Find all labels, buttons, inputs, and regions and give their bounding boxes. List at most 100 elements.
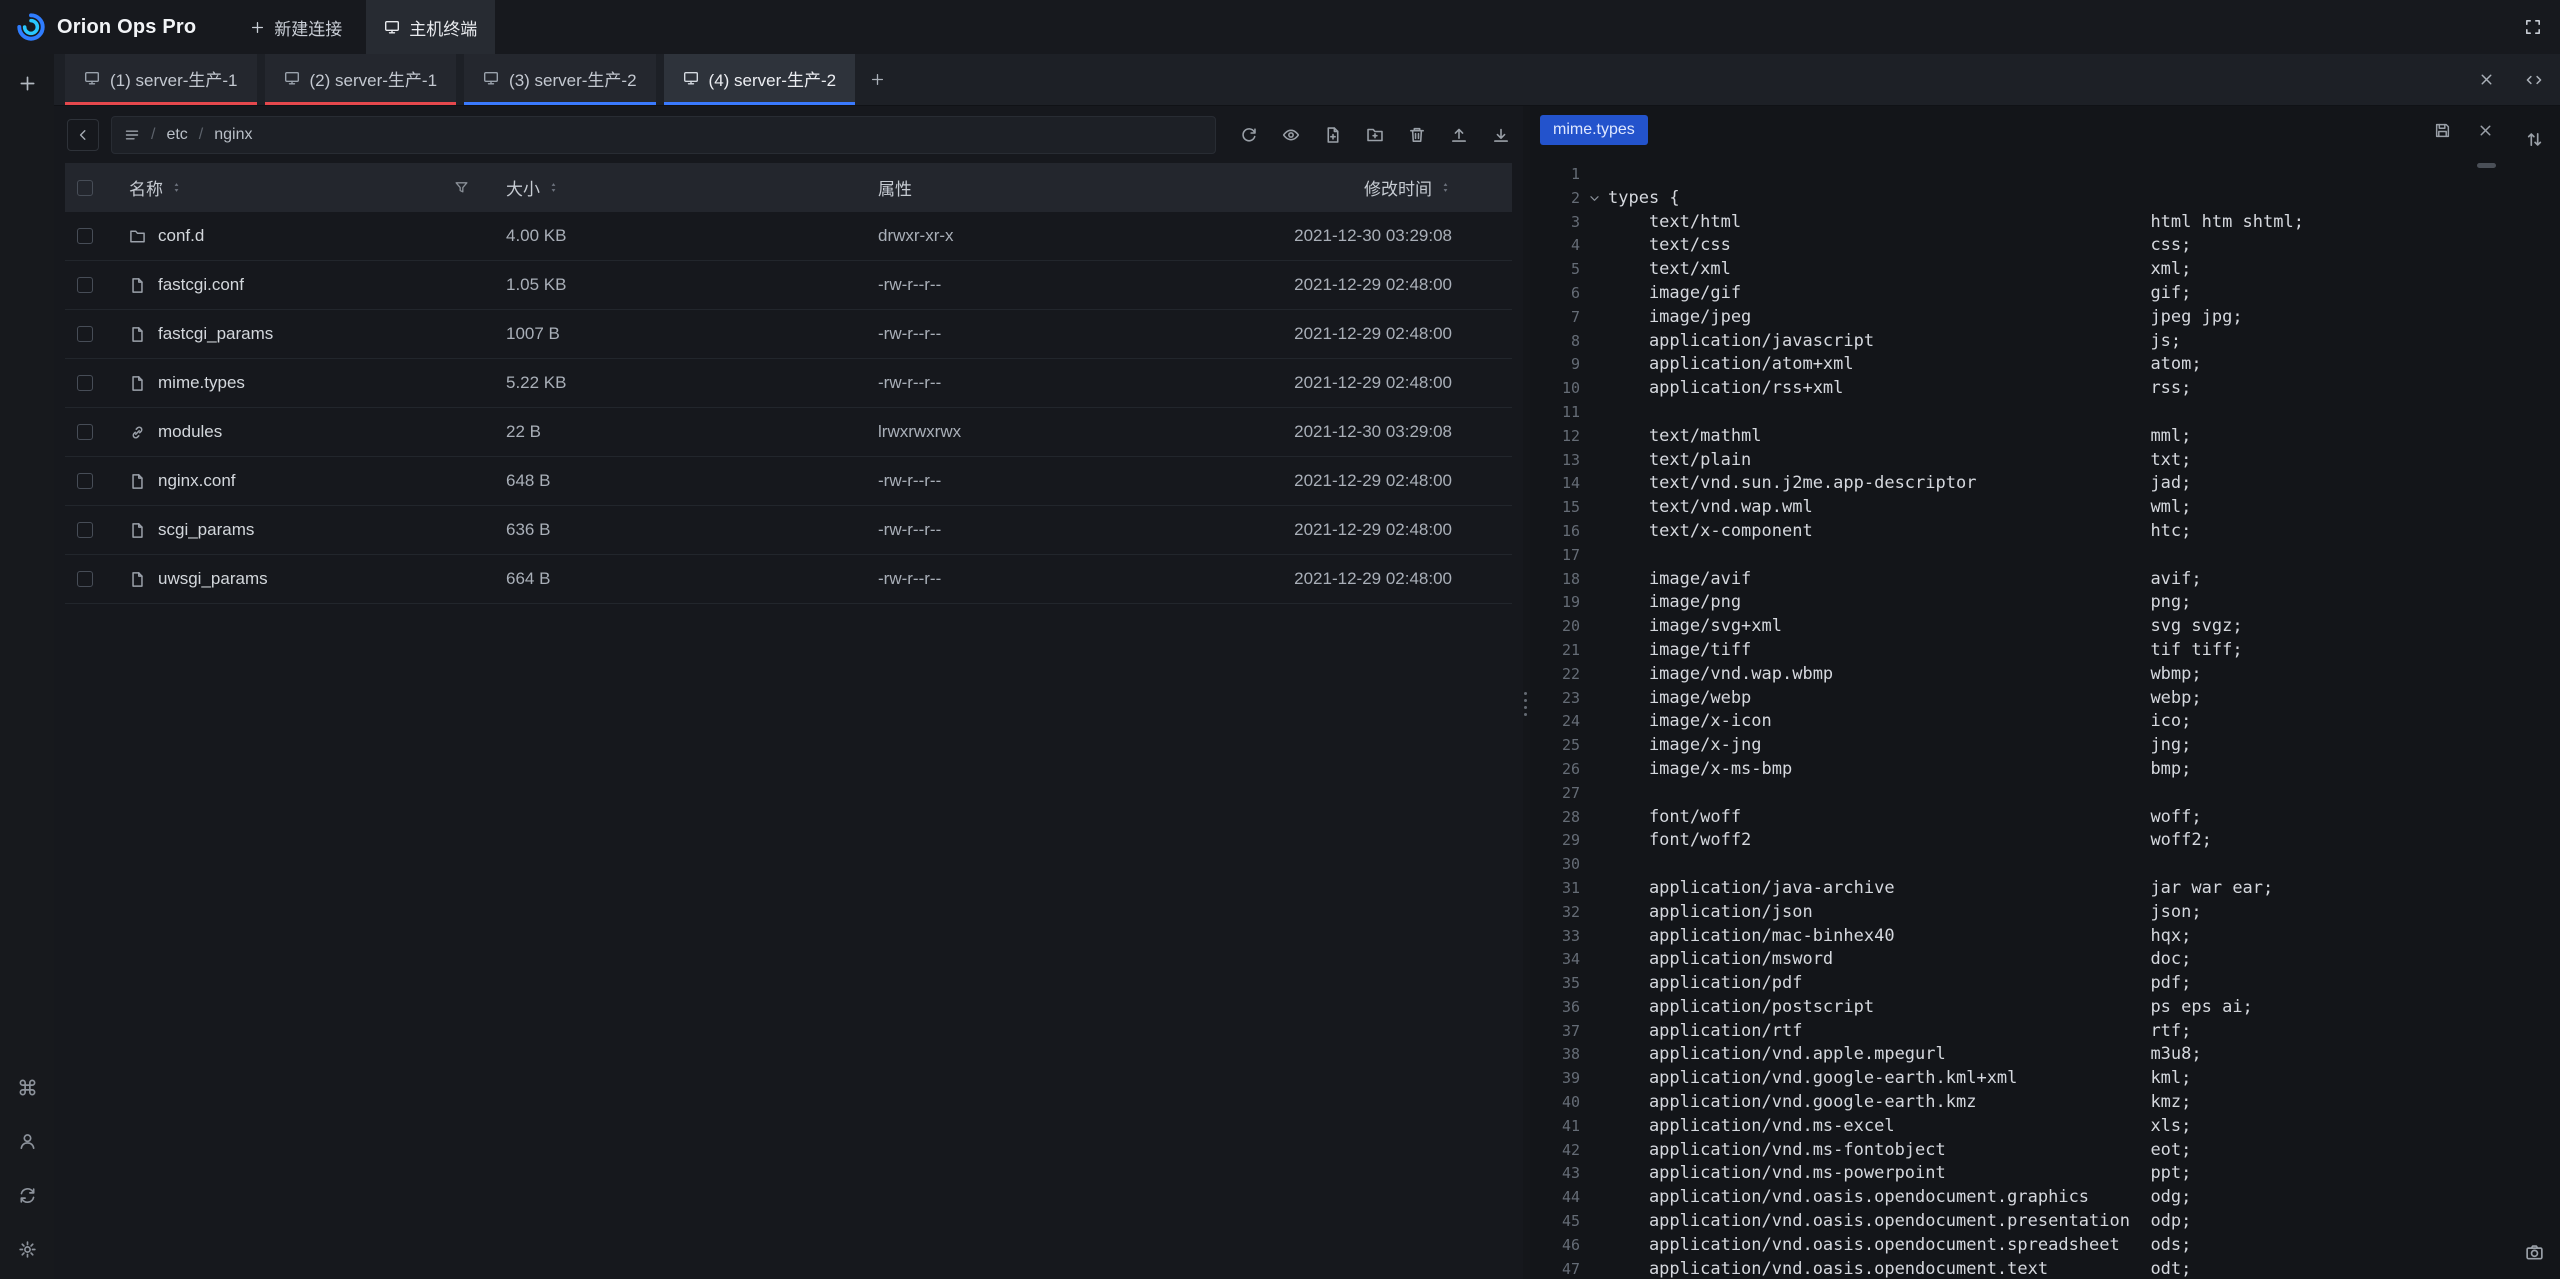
- file-icon: [129, 326, 146, 343]
- row-checkbox[interactable]: [77, 326, 93, 342]
- file-row[interactable]: scgi_params636 B-rw-r--r--2021-12-29 02:…: [65, 506, 1512, 555]
- code-text: application/mac-binhex40 hqx;: [1608, 925, 2191, 949]
- row-checkbox[interactable]: [77, 277, 93, 293]
- select-all-checkbox[interactable]: [77, 180, 93, 196]
- code-line: 21 image/tiff tif tiff;: [1530, 639, 2508, 663]
- fullscreen-button[interactable]: [2524, 18, 2542, 36]
- panel-resize-handle[interactable]: [1523, 106, 1530, 1279]
- line-number: 5: [1530, 258, 1580, 282]
- code-line: 20 image/svg+xml svg svgz;: [1530, 615, 2508, 639]
- host-terminal-nav-item[interactable]: 主机终端: [366, 0, 495, 54]
- code-text: text/plain txt;: [1608, 449, 2191, 473]
- code-line: 41 application/vnd.ms-excel xls;: [1530, 1115, 2508, 1139]
- sort-icon[interactable]: [170, 181, 183, 194]
- directory-list-icon[interactable]: [124, 127, 140, 143]
- sort-icon[interactable]: [1439, 181, 1452, 194]
- column-header-mtime[interactable]: 修改时间: [1222, 175, 1512, 200]
- editor-close-button[interactable]: [2477, 122, 2494, 139]
- line-number: 41: [1530, 1115, 1580, 1139]
- column-header-name[interactable]: 名称: [104, 175, 478, 200]
- new-folder-button[interactable]: [1366, 126, 1384, 144]
- line-number: 3: [1530, 211, 1580, 235]
- row-checkbox[interactable]: [77, 228, 93, 244]
- new-file-button[interactable]: [1324, 126, 1342, 144]
- file-name: mime.types: [158, 373, 245, 393]
- preview-button[interactable]: [1282, 126, 1300, 144]
- file-mtime: 2021-12-29 02:48:00: [1222, 569, 1512, 589]
- refresh-button[interactable]: [1240, 126, 1258, 144]
- download-button[interactable]: [1492, 126, 1510, 144]
- sort-switch-button[interactable]: [2525, 130, 2544, 149]
- sort-icon[interactable]: [547, 181, 560, 194]
- editor-file-tab[interactable]: mime.types: [1540, 115, 1648, 145]
- sidebar-add-button[interactable]: [18, 74, 37, 93]
- row-checkbox[interactable]: [77, 473, 93, 489]
- sync-button[interactable]: [18, 1186, 37, 1205]
- file-icon: [129, 473, 146, 490]
- code-line: 18 image/avif avif;: [1530, 568, 2508, 592]
- grip-dots-icon: [1524, 692, 1527, 695]
- new-connection-button[interactable]: 新建连接: [232, 0, 360, 54]
- new-folder-icon: [1366, 126, 1384, 144]
- back-button[interactable]: [67, 119, 99, 151]
- commands-button[interactable]: [18, 1078, 37, 1097]
- editor-scrollbar-thumb[interactable]: [2477, 163, 2496, 168]
- host-terminal-label: 主机终端: [409, 15, 477, 40]
- code-view-button[interactable]: [2525, 71, 2543, 89]
- breadcrumb-item-nginx[interactable]: nginx: [214, 126, 252, 144]
- session-tab[interactable]: (4) server-生产-2: [664, 54, 856, 105]
- code-text: application/postscript ps eps ai;: [1608, 996, 2253, 1020]
- file-row[interactable]: modules22 Blrwxrwxrwx2021-12-30 03:29:08: [65, 408, 1512, 457]
- row-checkbox[interactable]: [77, 571, 93, 587]
- file-row[interactable]: uwsgi_params664 B-rw-r--r--2021-12-29 02…: [65, 555, 1512, 604]
- line-number: 14: [1530, 472, 1580, 496]
- file-size: 4.00 KB: [478, 226, 850, 246]
- file-row[interactable]: fastcgi.conf1.05 KB-rw-r--r--2021-12-29 …: [65, 261, 1512, 310]
- editor-header: mime.types: [1530, 106, 2508, 154]
- fullscreen-icon: [2524, 18, 2542, 36]
- settings-button[interactable]: [18, 1240, 37, 1259]
- line-number: 7: [1530, 306, 1580, 330]
- line-number: 40: [1530, 1091, 1580, 1115]
- file-mtime: 2021-12-29 02:48:00: [1222, 471, 1512, 491]
- close-all-button[interactable]: [2478, 71, 2495, 88]
- row-checkbox[interactable]: [77, 522, 93, 538]
- column-header-attr: 属性: [850, 175, 1222, 200]
- file-mtime: 2021-12-30 03:29:08: [1222, 422, 1512, 442]
- add-tab-button[interactable]: [855, 54, 899, 105]
- delete-button[interactable]: [1408, 126, 1426, 144]
- code-line: 35 application/pdf pdf;: [1530, 972, 2508, 996]
- file-row[interactable]: fastcgi_params1007 B-rw-r--r--2021-12-29…: [65, 310, 1512, 359]
- code-line: 12 text/mathml mml;: [1530, 425, 2508, 449]
- file-row[interactable]: conf.d4.00 KBdrwxr-xr-x2021-12-30 03:29:…: [65, 212, 1512, 261]
- fold-toggle[interactable]: [1580, 187, 1608, 211]
- session-tab[interactable]: (3) server-生产-2: [464, 54, 656, 105]
- code-line: 38 application/vnd.apple.mpegurl m3u8;: [1530, 1043, 2508, 1067]
- session-tab[interactable]: (1) server-生产-1: [65, 54, 257, 105]
- code-line: 28 font/woff woff;: [1530, 806, 2508, 830]
- breadcrumb-item-etc[interactable]: etc: [166, 126, 187, 144]
- code-line: 32 application/json json;: [1530, 901, 2508, 925]
- file-attr: -rw-r--r--: [850, 373, 1222, 393]
- filter-icon[interactable]: [454, 180, 469, 195]
- code-text: application/vnd.oasis.opendocument.prese…: [1608, 1210, 2191, 1234]
- session-tab[interactable]: (2) server-生产-1: [265, 54, 457, 105]
- line-number: 30: [1530, 853, 1580, 877]
- line-number: 36: [1530, 996, 1580, 1020]
- code-line: 31 application/java-archive jar war ear;: [1530, 877, 2508, 901]
- file-row[interactable]: mime.types5.22 KB-rw-r--r--2021-12-29 02…: [65, 359, 1512, 408]
- file-row[interactable]: nginx.conf648 B-rw-r--r--2021-12-29 02:4…: [65, 457, 1512, 506]
- row-checkbox[interactable]: [77, 375, 93, 391]
- line-number: 28: [1530, 806, 1580, 830]
- line-number: 46: [1530, 1234, 1580, 1258]
- user-button[interactable]: [18, 1132, 37, 1151]
- column-header-size[interactable]: 大小: [478, 175, 850, 200]
- file-mtime: 2021-12-29 02:48:00: [1222, 373, 1512, 393]
- code-line: 44 application/vnd.oasis.opendocument.gr…: [1530, 1186, 2508, 1210]
- screenshot-button[interactable]: [2525, 1243, 2544, 1262]
- row-checkbox[interactable]: [77, 424, 93, 440]
- upload-button[interactable]: [1450, 126, 1468, 144]
- session-tabrow: (1) server-生产-1(2) server-生产-1(3) server…: [54, 54, 2560, 106]
- save-button[interactable]: [2434, 122, 2451, 139]
- line-number: 31: [1530, 877, 1580, 901]
